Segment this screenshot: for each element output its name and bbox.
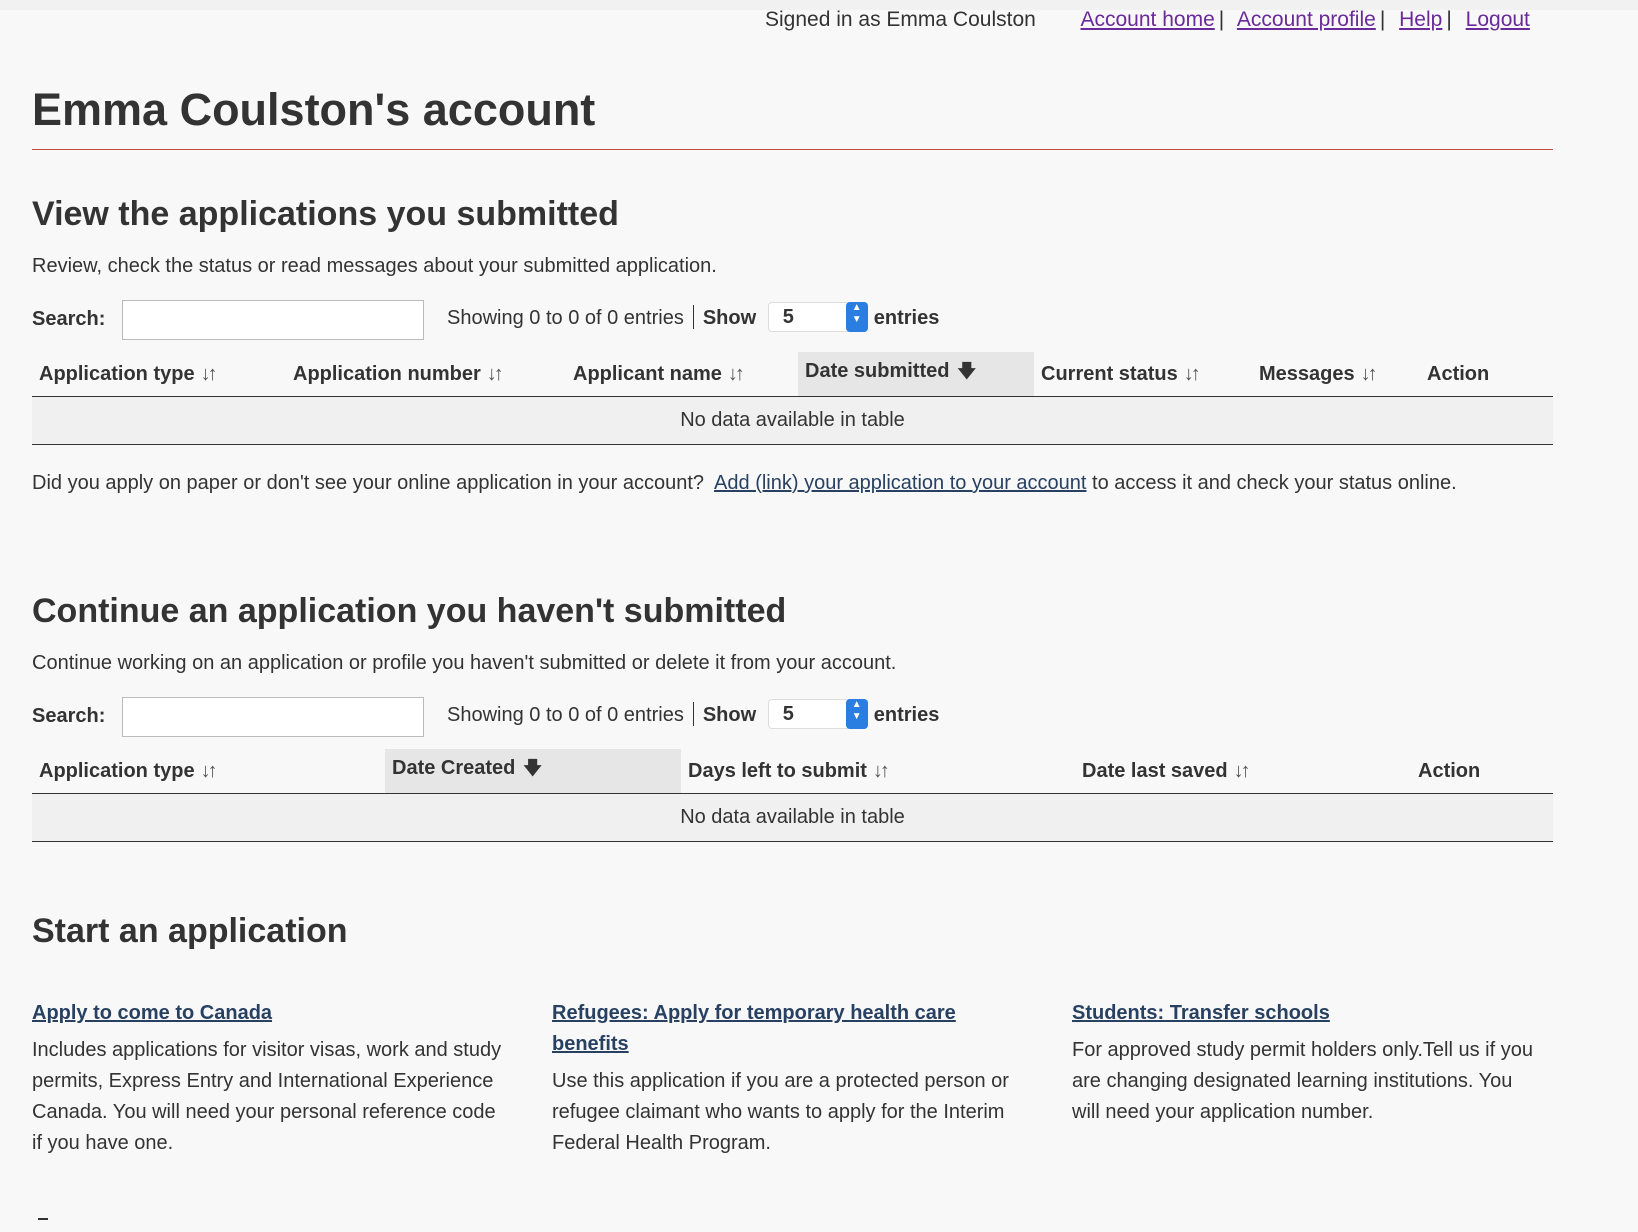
col-current-status[interactable]: Current status ↓↑ (1034, 352, 1252, 397)
start-option-refugee-health: Refugees: Apply for temporary health car… (552, 998, 1022, 1159)
submitted-description: Review, check the status or read message… (32, 255, 717, 277)
transfer-schools-link[interactable]: Students: Transfer schools (1072, 998, 1542, 1029)
col-messages[interactable]: Messages ↓↑ (1252, 352, 1420, 397)
account-home-link[interactable]: Account home (1081, 8, 1215, 31)
col-action: Action (1411, 749, 1553, 794)
sort-icon: ↓↑ (1233, 759, 1251, 782)
col-application-type[interactable]: Application type ↓↑ (32, 749, 385, 794)
table-header-row: Application type ↓↑ Application number ↓↑ … (32, 352, 1553, 397)
col-date-submitted[interactable]: Date submitted 🡇 (798, 352, 1034, 397)
table-info: Showing 0 to 0 of 0 entries Show 5 ▲ ▼ ent… (447, 699, 939, 729)
sort-icon: ↓↑ (200, 759, 218, 782)
submitted-heading: View the applications you submitted (32, 195, 619, 233)
unsubmitted-search-input[interactable] (122, 697, 424, 737)
info-divider (692, 702, 694, 726)
paper-application-note: Did you apply on paper or don't see your… (32, 468, 1552, 499)
show-label: Show (702, 704, 757, 726)
select-arrows-icon: ▲ ▼ (845, 699, 868, 729)
footer-marker (38, 1218, 48, 1220)
sort-descending-icon: 🡇 (523, 758, 542, 778)
option-description: Use this application if you are a protec… (552, 1070, 1009, 1154)
col-date-created[interactable]: Date Created 🡇 (385, 749, 681, 794)
unsubmitted-heading: Continue an application you haven't subm… (32, 592, 787, 630)
empty-table-message: No data available in table (32, 793, 1553, 842)
account-profile-link[interactable]: Account profile (1237, 8, 1376, 31)
submitted-search-input[interactable] (122, 300, 424, 340)
col-action: Action (1420, 352, 1553, 397)
sort-icon: ↓↑ (486, 362, 504, 385)
search-label: Search: (32, 705, 106, 727)
col-application-number[interactable]: Application number ↓↑ (286, 352, 566, 397)
entries-label: entries (873, 704, 940, 726)
start-option-apply-canada: Apply to come to Canada Includes applica… (32, 998, 502, 1159)
sort-icon: ↓↑ (1183, 362, 1201, 385)
unsubmitted-page-size-select[interactable]: 5 ▲ ▼ (767, 699, 868, 729)
submitted-applications-table: Application type ↓↑ Application number ↓↑ … (32, 352, 1553, 445)
account-menu-bar: Signed in as Emma Coulston Account home |… (765, 8, 1530, 32)
page-size-value: 5 (782, 306, 794, 328)
menu-separator: | (1218, 8, 1225, 31)
empty-table-message: No data available in table (32, 396, 1553, 445)
table-row: No data available in table (32, 793, 1553, 842)
sort-icon: ↓↑ (200, 362, 218, 385)
sort-icon: ↓↑ (872, 759, 890, 782)
info-divider (692, 305, 694, 329)
title-divider (32, 149, 1553, 150)
sort-descending-icon: 🡇 (957, 361, 976, 381)
showing-entries-text: Showing 0 to 0 of 0 entries (447, 307, 684, 329)
refugee-health-benefits-link[interactable]: Refugees: Apply for temporary health car… (552, 998, 1022, 1060)
page-title: Emma Coulston's account (32, 84, 596, 135)
paper-note-text: Did you apply on paper or don't see your… (32, 472, 705, 494)
option-description: For approved study permit holders only.T… (1072, 1039, 1533, 1123)
sort-icon: ↓↑ (727, 362, 745, 385)
option-description: Includes applications for visitor visas,… (32, 1039, 502, 1154)
menu-separator: | (1379, 8, 1386, 31)
menu-separator: | (1446, 8, 1452, 31)
submitted-page-size-select[interactable]: 5 ▲ ▼ (767, 302, 868, 332)
page-size-value: 5 (782, 703, 794, 725)
table-header-row: Application type ↓↑ Date Created 🡇 Days le… (32, 749, 1553, 794)
unsubmitted-applications-table: Application type ↓↑ Date Created 🡇 Days le… (32, 749, 1553, 842)
start-option-transfer-schools: Students: Transfer schools For approved … (1072, 998, 1542, 1128)
signed-in-text: Signed in as Emma Coulston (765, 8, 1036, 31)
unsubmitted-description: Continue working on an application or pr… (32, 652, 897, 674)
show-label: Show (702, 307, 757, 329)
help-link[interactable]: Help (1399, 8, 1442, 31)
link-application-link[interactable]: Add (link) your application to your acco… (714, 472, 1086, 494)
showing-entries-text: Showing 0 to 0 of 0 entries (447, 704, 684, 726)
search-label: Search: (32, 308, 106, 330)
paper-note-text-end: to access it and check your status onlin… (1092, 472, 1457, 494)
col-days-left-to-submit[interactable]: Days left to submit ↓↑ (681, 749, 1075, 794)
col-application-type[interactable]: Application type ↓↑ (32, 352, 286, 397)
col-date-last-saved[interactable]: Date last saved ↓↑ (1075, 749, 1411, 794)
start-heading: Start an application (32, 912, 348, 950)
sort-icon: ↓↑ (1360, 362, 1378, 385)
select-arrows-icon: ▲ ▼ (845, 302, 868, 332)
apply-to-come-to-canada-link[interactable]: Apply to come to Canada (32, 998, 502, 1029)
table-row: No data available in table (32, 396, 1553, 445)
table-info: Showing 0 to 0 of 0 entries Show 5 ▲ ▼ ent… (447, 302, 939, 332)
logout-link[interactable]: Logout (1466, 8, 1530, 31)
entries-label: entries (873, 307, 940, 329)
col-applicant-name[interactable]: Applicant name ↓↑ (566, 352, 798, 397)
